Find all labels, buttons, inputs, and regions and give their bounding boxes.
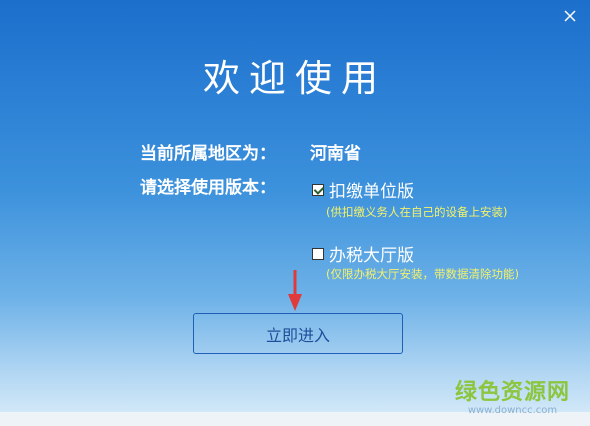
tax-hall-note: (仅限办税大厅安装，带数据清除功能) [326, 267, 519, 281]
watermark-url: www.downcc.com [467, 405, 558, 416]
region-label: 当前所属地区为： [140, 144, 276, 164]
withholding-unit-checkbox[interactable] [312, 183, 324, 196]
withholding-unit-label: 扣缴单位版 [329, 182, 414, 202]
version-label: 请选择使用版本： [140, 178, 276, 198]
region-value: 河南省 [310, 144, 361, 164]
installer-window: 欢迎使用 当前所属地区为： 河南省 请选择使用版本： 扣缴单位版 (供扣缴义务人… [0, 0, 590, 426]
tax-hall-label: 办税大厅版 [329, 246, 414, 266]
option-tax-hall[interactable]: 办税大厅版 [312, 241, 414, 266]
watermark: 绿色资源网 www.downcc.com [455, 374, 570, 416]
watermark-text: 绿色资源网 [454, 380, 570, 405]
withholding-unit-note: (供扣缴义务人在自己的设备上安装) [326, 205, 508, 219]
close-button[interactable] [562, 8, 578, 24]
arrow-down-icon [288, 270, 302, 311]
welcome-title: 欢迎使用 [203, 57, 387, 100]
close-icon [564, 10, 576, 22]
enter-button[interactable]: 立即进入 [193, 313, 403, 354]
tax-hall-checkbox[interactable] [312, 247, 324, 260]
option-withholding-unit[interactable]: 扣缴单位版 [312, 177, 414, 202]
